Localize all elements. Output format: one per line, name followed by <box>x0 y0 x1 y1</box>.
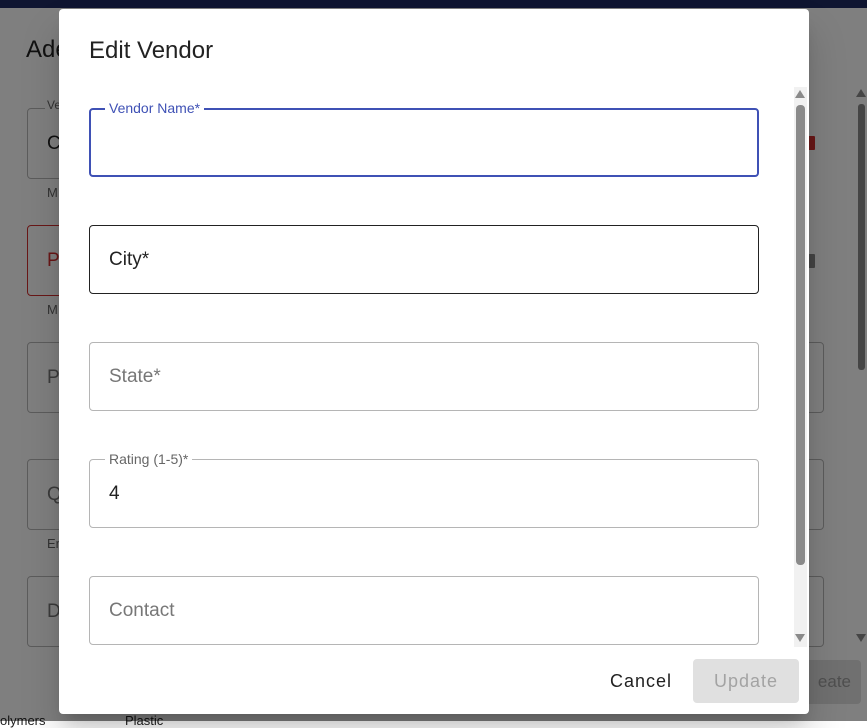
rating-field[interactable]: Rating (1-5)* 4 <box>89 451 759 528</box>
update-button[interactable]: Update <box>693 659 799 703</box>
dialog-scrollbar-thumb[interactable] <box>796 105 805 565</box>
vendor-name-label: Vendor Name* <box>105 100 205 116</box>
rating-input[interactable]: 4 <box>109 483 120 505</box>
dialog-title: Edit Vendor <box>89 37 214 64</box>
state-field[interactable]: State* <box>89 342 759 411</box>
contact-field[interactable]: Contact <box>89 576 759 645</box>
scroll-up-icon[interactable] <box>795 90 805 98</box>
cancel-button[interactable]: Cancel <box>596 659 686 703</box>
edit-vendor-dialog: Edit Vendor Vendor Name* City* State* Ra… <box>59 9 809 714</box>
city-field[interactable]: City* <box>89 225 759 294</box>
city-placeholder: City* <box>109 248 150 270</box>
contact-placeholder: Contact <box>109 599 175 621</box>
vendor-name-field[interactable]: Vendor Name* <box>89 100 759 177</box>
scroll-down-icon[interactable] <box>795 634 805 642</box>
rating-label: Rating (1-5)* <box>105 451 193 467</box>
state-placeholder: State* <box>109 365 161 387</box>
